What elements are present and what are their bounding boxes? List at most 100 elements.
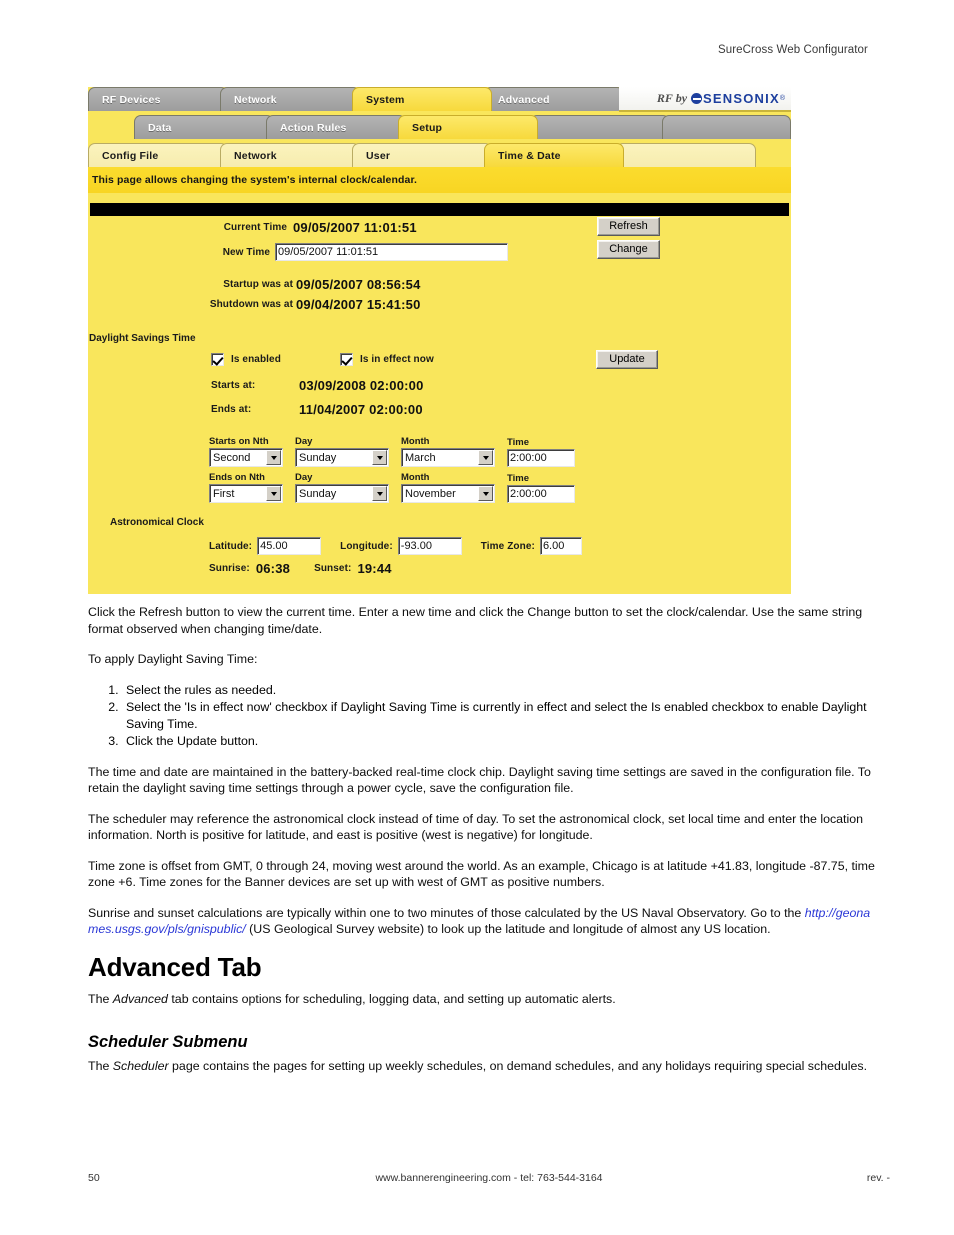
paragraph-rtc-chip: The time and date are maintained in the … xyxy=(88,764,871,796)
timezone-input[interactable] xyxy=(539,537,582,555)
ends-month-select: November xyxy=(401,484,495,503)
tab-user[interactable]: User xyxy=(352,143,492,167)
chevron-down-icon[interactable] xyxy=(478,486,493,501)
tab-empty-secondary-2[interactable] xyxy=(662,115,791,139)
starts-time-input[interactable] xyxy=(507,449,575,467)
tab-label: Advanced xyxy=(498,93,550,106)
starts-month-select: March xyxy=(401,448,495,467)
chevron-down-icon[interactable] xyxy=(478,450,493,465)
secondary-tab-row: Data Action Rules Setup xyxy=(88,115,791,141)
ends-time-label: Time xyxy=(507,473,530,484)
refresh-button[interactable]: Refresh xyxy=(597,217,660,236)
tertiary-tab-row: Config File Network User Time & Date xyxy=(88,143,791,169)
starts-on-nth-label: Starts on Nth xyxy=(209,436,269,447)
text-fragment: The xyxy=(88,1059,113,1073)
paragraph-refresh-change: Click the Refresh button to view the cur… xyxy=(88,605,863,636)
starts-at-label: Starts at: xyxy=(211,380,256,391)
emphasis-advanced: Advanced xyxy=(112,991,168,1006)
starts-at-value: 03/09/2008 02:00:00 xyxy=(299,378,424,393)
shutdown-label: Shutdown was at xyxy=(209,299,293,310)
starts-day-select: Sunday xyxy=(295,448,389,467)
current-time-label: Current Time xyxy=(223,222,287,233)
tab-label: Config File xyxy=(102,149,159,162)
tab-label: Network xyxy=(234,149,277,162)
shutdown-value: 09/04/2007 15:41:50 xyxy=(296,297,421,312)
tab-label: Network xyxy=(234,93,277,106)
tab-empty-secondary-1[interactable] xyxy=(530,115,670,139)
ends-on-nth-select: First xyxy=(209,484,283,503)
sunset-value: 19:44 xyxy=(357,561,392,576)
tab-network-setup[interactable]: Network xyxy=(220,143,360,167)
logo-brand-text: SENSONIX xyxy=(703,91,780,106)
paragraph-text-before-link: Sunrise and sunset calculations are typi… xyxy=(88,905,805,920)
tab-action-rules[interactable]: Action Rules xyxy=(266,115,406,139)
time-date-form-body: Current Time 09/05/2007 11:01:51 Refresh… xyxy=(88,216,791,594)
document-body: Click the Refresh button to view the cur… xyxy=(88,604,878,1089)
chevron-down-icon[interactable] xyxy=(266,486,281,501)
tab-label: Data xyxy=(148,121,172,134)
tab-network-primary[interactable]: Network xyxy=(220,87,360,111)
is-in-effect-now-label: Is in effect now xyxy=(360,354,434,365)
list-item: Select the rules as needed. xyxy=(122,682,878,699)
change-button[interactable]: Change xyxy=(597,240,660,259)
footer-revision: rev. - xyxy=(866,1172,890,1184)
tab-config-file[interactable]: Config File xyxy=(88,143,228,167)
ends-month-value: November xyxy=(405,487,456,500)
primary-tab-row: RF Devices Network System Advanced RF by… xyxy=(88,87,791,113)
new-time-input[interactable] xyxy=(275,243,508,261)
starts-day-label: Day xyxy=(295,436,313,447)
tab-label: Setup xyxy=(412,121,443,134)
paragraph-apply-dst-intro: To apply Daylight Saving Time: xyxy=(88,652,258,666)
tab-label: RF Devices xyxy=(102,93,161,106)
is-enabled-checkbox[interactable] xyxy=(211,353,224,366)
starts-time-label: Time xyxy=(507,437,530,448)
paragraph-timezone-offset: Time zone is offset from GMT, 0 through … xyxy=(88,858,875,890)
tab-label: User xyxy=(366,149,391,162)
is-enabled-label: Is enabled xyxy=(231,354,281,365)
tab-data[interactable]: Data xyxy=(134,115,274,139)
tab-system[interactable]: System xyxy=(352,87,492,111)
new-time-label: New Time xyxy=(222,246,270,258)
sunrise-label: Sunrise: xyxy=(209,563,250,574)
daylight-savings-section-title: Daylight Savings Time xyxy=(89,333,196,344)
paragraph-scheduler-desc: The Scheduler page contains the pages fo… xyxy=(88,1058,878,1075)
heading-advanced-tab: Advanced Tab xyxy=(88,951,262,982)
paragraph-scheduler-astro: The scheduler may reference the astronom… xyxy=(88,811,864,843)
latitude-label: Latitude: xyxy=(209,540,253,552)
chevron-down-icon[interactable] xyxy=(266,450,281,465)
current-time-value: 09/05/2007 11:01:51 xyxy=(293,220,417,235)
ends-at-value: 11/04/2007 02:00:00 xyxy=(299,402,423,417)
paragraph-sunrise-sunset: Sunrise and sunset calculations are typi… xyxy=(88,905,878,938)
is-in-effect-now-checkbox[interactable] xyxy=(340,353,353,366)
text-fragment: The xyxy=(88,991,113,1006)
ends-on-nth-value: First xyxy=(213,487,235,500)
longitude-input[interactable] xyxy=(397,537,462,555)
tab-advanced[interactable]: Advanced xyxy=(484,87,624,111)
ends-on-nth-label: Ends on Nth xyxy=(209,472,265,483)
chevron-down-icon[interactable] xyxy=(372,450,387,465)
update-button[interactable]: Update xyxy=(596,350,658,369)
tab-setup[interactable]: Setup xyxy=(398,115,538,139)
emphasis-scheduler: Scheduler xyxy=(112,1059,169,1073)
heading-scheduler-submenu: Scheduler Submenu xyxy=(88,1033,248,1051)
starts-on-nth-value: Second xyxy=(213,451,251,464)
sensonix-logo: RF by SENSONIX ® xyxy=(619,87,791,112)
paragraph-advanced-tab-desc: The Advanced tab contains options for sc… xyxy=(88,991,878,1008)
latitude-input[interactable] xyxy=(257,537,322,555)
timezone-label: Time Zone: xyxy=(480,540,535,552)
list-item: Click the Update button. xyxy=(122,733,878,750)
tab-time-and-date[interactable]: Time & Date xyxy=(484,143,624,167)
chevron-down-icon[interactable] xyxy=(372,486,387,501)
text-fragment: page contains the pages for setting up w… xyxy=(168,1059,868,1073)
list-item: Select the 'Is in effect now' checkbox i… xyxy=(122,699,878,732)
ends-at-label: Ends at: xyxy=(211,404,252,415)
starts-month-value: March xyxy=(405,451,436,464)
tab-empty-tertiary[interactable] xyxy=(616,143,756,167)
tab-label: Time & Date xyxy=(498,149,561,162)
ends-day-value: Sunday xyxy=(299,487,337,500)
starts-month-label: Month xyxy=(401,436,430,447)
ends-time-input[interactable] xyxy=(507,485,575,503)
tab-rf-devices[interactable]: RF Devices xyxy=(88,87,228,111)
paragraph-text-after-link: (US Geological Survey website) to look u… xyxy=(245,922,771,936)
startup-value: 09/05/2007 08:56:54 xyxy=(296,277,421,292)
